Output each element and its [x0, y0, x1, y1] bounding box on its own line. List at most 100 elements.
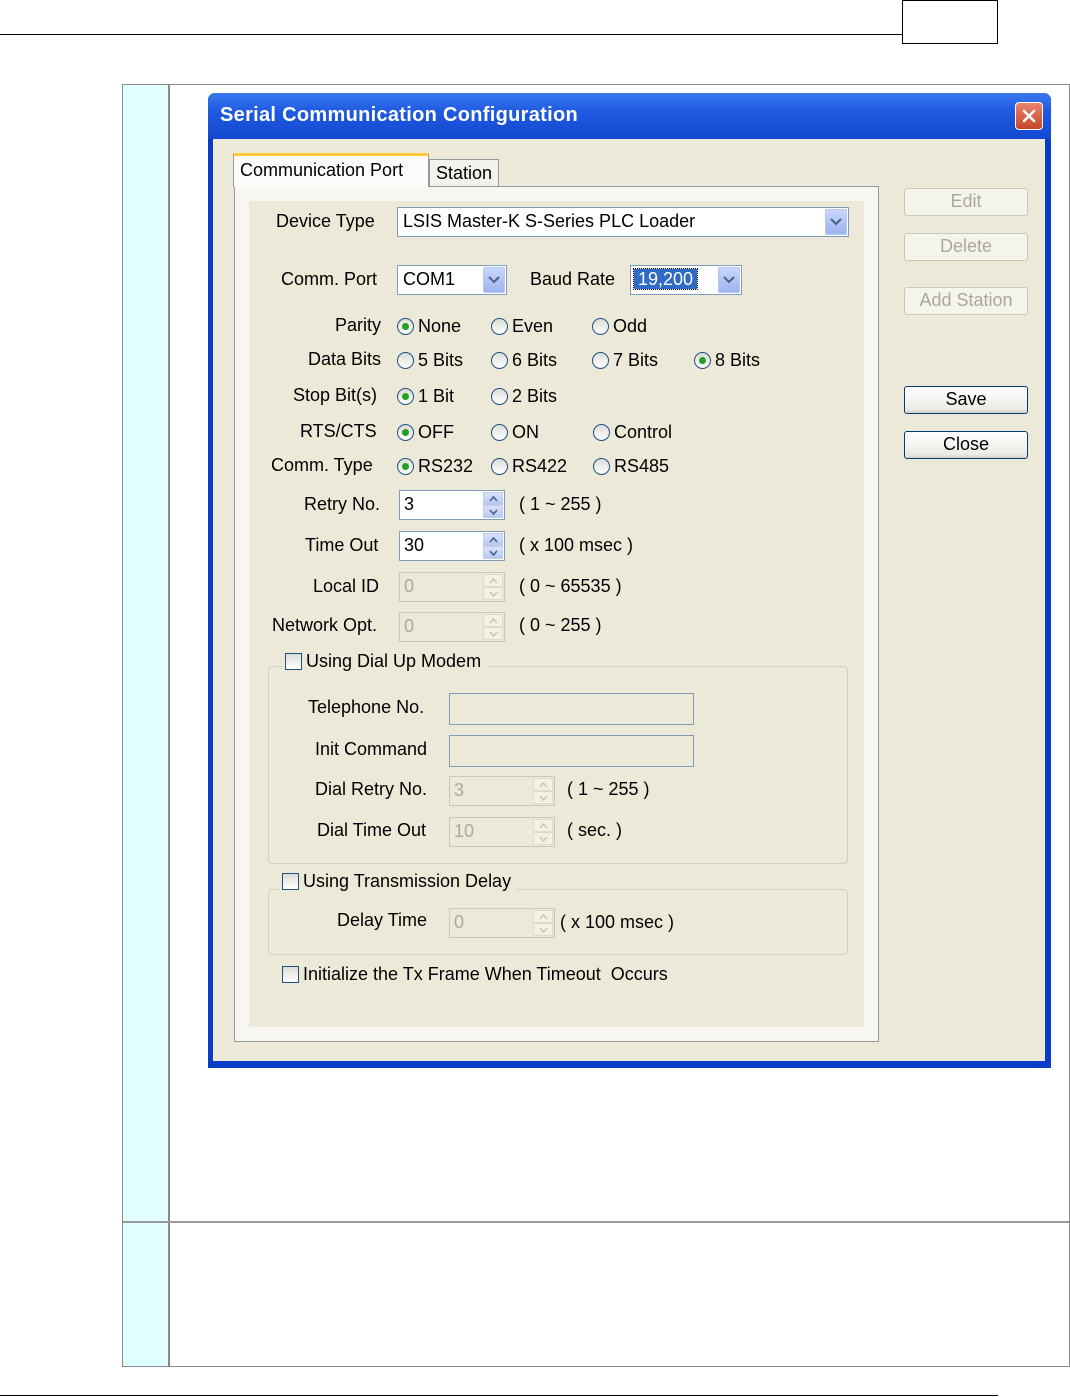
radio-icon	[593, 424, 610, 441]
rts-off-radio[interactable]: OFF	[397, 422, 454, 443]
tab-station[interactable]: Station	[429, 159, 499, 187]
parity-odd-radio[interactable]: Odd	[592, 316, 647, 337]
checkbox-label: Initialize the Tx Frame When Timeout Occ…	[303, 964, 668, 984]
delete-button[interactable]: Delete	[904, 233, 1028, 261]
spin-up-icon[interactable]	[483, 492, 503, 505]
init-tx-checkbox[interactable]: Initialize the Tx Frame When Timeout Occ…	[282, 964, 668, 985]
delay-time-value: 0	[454, 912, 465, 932]
table-row-divider	[123, 1221, 1069, 1223]
comm-type-rs422-radio[interactable]: RS422	[491, 456, 567, 477]
radio-label: None	[418, 316, 462, 336]
baud-rate-select[interactable]: 19,200	[630, 265, 742, 295]
spin-up-icon	[483, 574, 503, 587]
edit-button[interactable]: Edit	[904, 188, 1028, 216]
spin-down-icon	[533, 832, 553, 845]
local-id-value: 0	[404, 576, 415, 596]
spin-arrows-icon[interactable]	[483, 533, 503, 559]
dial-retry-value: 3	[454, 780, 465, 800]
comm-type-label: Comm. Type	[271, 455, 373, 475]
stop-bits-2-radio[interactable]: 2 Bits	[491, 386, 557, 407]
title-bar[interactable]: Serial Communication Configuration	[208, 93, 1051, 139]
radio-label: RS232	[418, 456, 474, 476]
rts-on-radio[interactable]: ON	[491, 422, 539, 443]
rts-control-radio[interactable]: Control	[593, 422, 672, 443]
delay-time-spinner: 0	[449, 908, 555, 938]
delay-time-hint: ( x 100 msec )	[560, 912, 675, 932]
checkbox-icon	[282, 873, 299, 890]
add-station-button[interactable]: Add Station	[904, 287, 1028, 315]
spin-down-icon	[483, 587, 503, 600]
close-icon	[1022, 109, 1036, 123]
radio-label: 5 Bits	[418, 350, 464, 370]
spin-down-icon	[533, 923, 553, 936]
dial-up-checkbox[interactable]: Using Dial Up Modem	[283, 651, 488, 672]
chevron-down-icon[interactable]	[718, 267, 740, 293]
telephone-input[interactable]	[449, 693, 694, 725]
network-opt-label: Network Opt.	[272, 615, 378, 635]
radio-selected-icon	[397, 388, 414, 405]
stop-bits-label: Stop Bit(s)	[293, 385, 378, 405]
network-opt-hint: ( 0 ~ 255 )	[519, 615, 602, 635]
stop-bits-1-radio[interactable]: 1 Bit	[397, 386, 454, 407]
radio-icon	[592, 318, 609, 335]
dial-timeout-hint: ( sec. )	[567, 820, 623, 840]
close-button[interactable]: Close	[904, 431, 1028, 459]
radio-icon	[397, 352, 414, 369]
data-bits-7-radio[interactable]: 7 Bits	[592, 350, 658, 371]
spin-arrows-icon	[483, 614, 503, 640]
checkbox-label: Using Transmission Delay	[303, 871, 512, 891]
device-type-select[interactable]: LSIS Master-K S-Series PLC Loader	[397, 207, 849, 237]
radio-selected-icon	[397, 318, 414, 335]
tab-communication-port[interactable]: Communication Port	[233, 153, 429, 187]
spin-down-icon[interactable]	[483, 546, 503, 559]
radio-icon	[491, 352, 508, 369]
spin-down-icon[interactable]	[483, 505, 503, 518]
dialog-client-area: Communication Port Station Device Type L…	[213, 139, 1045, 1061]
chevron-down-icon[interactable]	[483, 267, 505, 293]
radio-icon	[491, 424, 508, 441]
radio-label: OFF	[418, 422, 454, 442]
data-bits-label: Data Bits	[308, 349, 382, 369]
retry-no-hint: ( 1 ~ 255 )	[519, 494, 602, 514]
local-id-hint: ( 0 ~ 65535 )	[519, 576, 622, 596]
comm-type-rs485-radio[interactable]: RS485	[593, 456, 669, 477]
data-bits-5-radio[interactable]: 5 Bits	[397, 350, 463, 371]
device-type-label: Device Type	[276, 211, 375, 231]
tx-delay-checkbox[interactable]: Using Transmission Delay	[280, 871, 518, 892]
device-type-value: LSIS Master-K S-Series PLC Loader	[403, 211, 696, 231]
radio-label: Even	[512, 316, 554, 336]
retry-no-label: Retry No.	[304, 494, 381, 514]
comm-port-value: COM1	[403, 269, 456, 289]
spin-arrows-icon[interactable]	[483, 492, 503, 518]
header-rule	[0, 34, 903, 35]
dial-timeout-spinner: 10	[449, 817, 555, 847]
time-out-label: Time Out	[305, 535, 379, 555]
spin-down-icon	[483, 627, 503, 640]
spin-up-icon[interactable]	[483, 533, 503, 546]
retry-no-value: 3	[404, 494, 415, 514]
checkbox-icon	[282, 966, 299, 983]
footer-rule	[0, 1395, 998, 1396]
init-command-input[interactable]	[449, 735, 694, 767]
time-out-spinner[interactable]: 30	[399, 531, 505, 561]
data-bits-6-radio[interactable]: 6 Bits	[491, 350, 557, 371]
comm-port-select[interactable]: COM1	[397, 265, 507, 295]
radio-label: 6 Bits	[512, 350, 558, 370]
chevron-down-icon[interactable]	[825, 209, 847, 235]
close-window-button[interactable]	[1015, 102, 1043, 130]
comm-type-rs232-radio[interactable]: RS232	[397, 456, 473, 477]
radio-label: Control	[614, 422, 673, 442]
data-bits-8-radio[interactable]: 8 Bits	[694, 350, 760, 371]
parity-even-radio[interactable]: Even	[491, 316, 553, 337]
dial-retry-hint: ( 1 ~ 255 )	[567, 779, 650, 799]
radio-icon	[593, 458, 610, 475]
checkbox-icon	[285, 653, 302, 670]
radio-icon	[491, 388, 508, 405]
baud-rate-value: 19,200	[632, 268, 699, 290]
save-button[interactable]: Save	[904, 386, 1028, 414]
serial-config-dialog: Serial Communication Configuration Commu…	[208, 93, 1051, 1068]
retry-no-spinner[interactable]: 3	[399, 490, 505, 520]
spin-up-icon	[533, 778, 553, 791]
parity-none-radio[interactable]: None	[397, 316, 461, 337]
parity-label: Parity	[335, 315, 382, 335]
